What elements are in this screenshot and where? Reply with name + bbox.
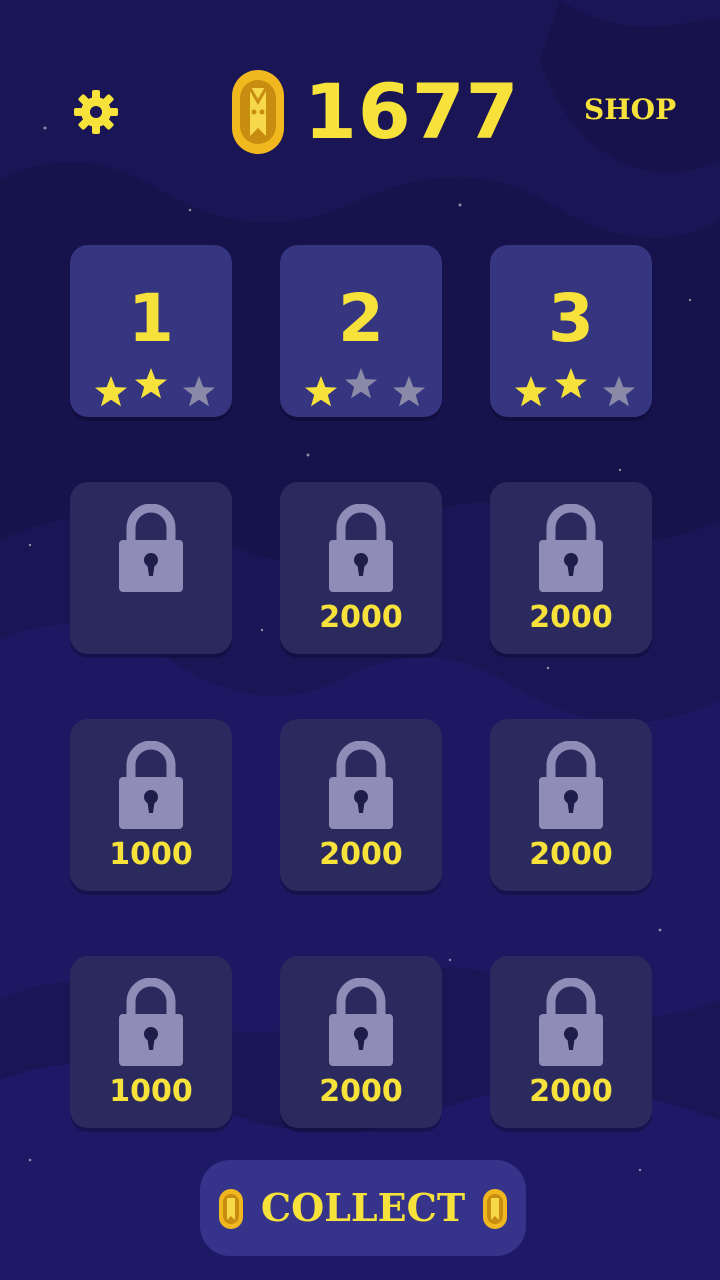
coin-icon [483, 1189, 507, 1229]
locked-level-tile: 2000 [490, 482, 652, 654]
locked-level-tile: 2000 [490, 956, 652, 1128]
collect-label: COLLECT [260, 1185, 466, 1230]
star-empty-icon [345, 368, 377, 399]
unlock-cost: 2000 [319, 837, 403, 872]
unlock-cost: 1000 [109, 837, 193, 872]
level-tile-3[interactable]: 3 [490, 245, 652, 417]
locked-level-tile: 2000 [490, 719, 652, 891]
padlock-icon [539, 504, 603, 592]
padlock-icon [329, 741, 393, 829]
star-empty-icon [603, 376, 635, 407]
locked-level-tile: 1000 [70, 719, 232, 891]
collect-button[interactable]: COLLECT [200, 1160, 526, 1256]
unlock-cost: 2000 [529, 837, 613, 872]
level-tile-2[interactable]: 2 [280, 245, 442, 417]
star-empty-icon [393, 376, 425, 407]
locked-level-tile: 2000 [280, 719, 442, 891]
unlock-cost: 2000 [529, 1074, 613, 1109]
unlock-cost: 1000 [109, 1074, 193, 1109]
shop-button[interactable]: SHOP [584, 88, 676, 132]
star-filled-icon [305, 376, 337, 407]
coin-icon [232, 70, 284, 154]
unlock-cost: 2000 [319, 600, 403, 635]
gear-icon[interactable] [72, 88, 120, 136]
padlock-icon [329, 504, 393, 592]
coin-balance: 1677 [304, 67, 520, 156]
level-number: 1 [128, 280, 174, 357]
star-rating [280, 365, 442, 407]
star-filled-icon [555, 368, 587, 399]
star-rating [490, 365, 652, 407]
top-bar: 1677 SHOP [0, 0, 720, 220]
padlock-icon [539, 978, 603, 1066]
star-filled-icon [515, 376, 547, 407]
star-empty-icon [183, 376, 215, 407]
padlock-icon [119, 504, 183, 592]
padlock-icon [119, 741, 183, 829]
locked-level-tile: 2000 [280, 956, 442, 1128]
level-tile-1[interactable]: 1 [70, 245, 232, 417]
level-number: 3 [548, 280, 594, 357]
star-filled-icon [135, 368, 167, 399]
padlock-icon [539, 741, 603, 829]
star-filled-icon [95, 376, 127, 407]
padlock-icon [119, 978, 183, 1066]
level-number: 2 [338, 280, 384, 357]
locked-level-tile: 1000 [70, 956, 232, 1128]
locked-level-tile: 2000 [280, 482, 442, 654]
unlock-cost: 2000 [529, 600, 613, 635]
padlock-icon [329, 978, 393, 1066]
unlock-cost: 2000 [319, 1074, 403, 1109]
star-rating [70, 365, 232, 407]
locked-level-tile [70, 482, 232, 654]
